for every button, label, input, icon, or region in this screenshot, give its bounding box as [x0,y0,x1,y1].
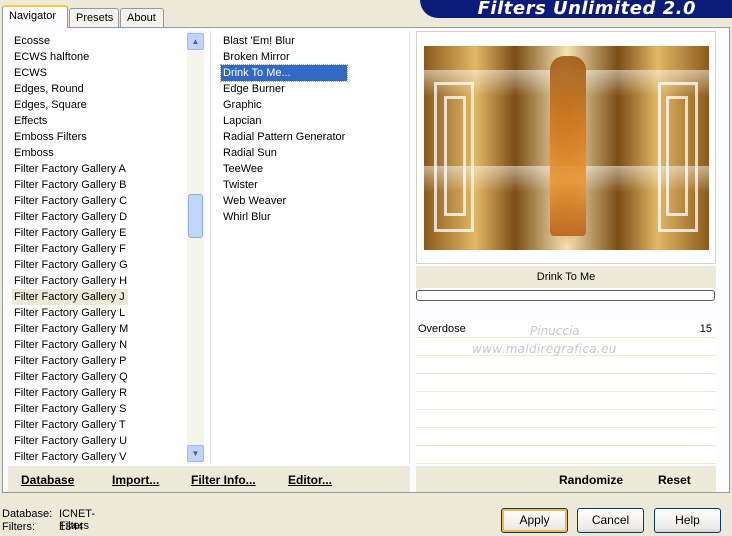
param-value[interactable]: 15 [700,323,712,335]
category-items: Ecosse ECWS halftone ECWS Edges, Round Edges… [12,33,129,464]
category-item[interactable]: Emboss [12,145,128,161]
category-item[interactable]: Ecosse [12,33,128,49]
apply-button[interactable]: Apply [501,508,568,533]
category-scrollbar[interactable]: ▲ ▼ [187,31,204,464]
filters-label: Filters: [2,521,35,533]
category-item[interactable]: Filter Factory Gallery C [12,193,128,209]
category-item[interactable]: Filter Factory Gallery V [12,449,128,464]
filter-item[interactable]: Whirl Blur [221,209,347,225]
status-database: Database: ICNET-Filters [2,508,95,532]
filter-item[interactable]: Edge Burner [221,81,347,97]
progress-bar [416,290,715,301]
scroll-up-icon[interactable]: ▲ [187,33,204,50]
filter-item[interactable]: Blast 'Em! Blur [221,33,347,49]
category-item[interactable]: Filter Factory Gallery Q [12,369,128,385]
filter-item[interactable]: TeeWee [221,161,347,177]
param-row-empty [416,446,716,464]
filter-item[interactable]: Twister [221,177,347,193]
reset-link[interactable]: Reset [658,473,691,487]
filter-item[interactable]: Radial Sun [221,145,347,161]
filter-item[interactable]: Drink To Me... [219,64,349,82]
category-item[interactable]: ECWS [12,65,128,81]
watermark-line2: www.maldiregrafica.eu [472,342,617,356]
category-item[interactable]: Filter Factory Gallery U [12,433,128,449]
category-item[interactable]: Filter Factory Gallery G [12,257,128,273]
category-item[interactable]: Filter Factory Gallery H [12,273,128,289]
category-item[interactable]: Filter Factory Gallery P [12,353,128,369]
tab-bar: Navigator Presets About [0,0,420,28]
param-row-empty [416,428,716,446]
filter-info-link[interactable]: Filter Info... [191,473,256,487]
cancel-button[interactable]: Cancel [577,508,644,533]
help-button[interactable]: Help [654,508,721,533]
preview-frame-left-inner [444,96,466,216]
param-row-empty [416,356,716,374]
category-item[interactable]: Filter Factory Gallery R [12,385,128,401]
tab-about[interactable]: About [120,8,164,27]
category-item[interactable]: Filter Factory Gallery S [12,401,128,417]
category-item[interactable]: Effects [12,113,128,129]
status-filters: Filters: 1344 [2,521,83,533]
category-item[interactable]: ECWS halftone [12,49,128,65]
tab-presets[interactable]: Presets [69,8,119,27]
category-item[interactable]: Edges, Round [12,81,128,97]
param-row-empty [416,392,716,410]
category-item[interactable]: Filter Factory Gallery F [12,241,128,257]
category-item[interactable]: Filter Factory Gallery N [12,337,128,353]
filters-value: 1344 [59,521,84,533]
filter-name: Drink To Me [416,266,716,288]
filter-item[interactable]: Broken Mirror [221,49,347,65]
category-item[interactable]: Filter Factory Gallery A [12,161,128,177]
banner: Filters Unlimited 2.0 [420,0,732,18]
param-row-empty [416,374,716,392]
editor-link[interactable]: Editor... [288,473,332,487]
category-item[interactable]: Filter Factory Gallery E [12,225,128,241]
left-link-bar: Database Import... Filter Info... Editor… [8,466,410,492]
preview-box [416,31,716,264]
category-item[interactable]: Filter Factory Gallery T [12,417,128,433]
category-item[interactable]: Edges, Square [12,97,128,113]
database-label: Database: [2,508,53,520]
tab-navigator[interactable]: Navigator [2,5,68,28]
category-item[interactable]: Filter Factory Gallery B [12,177,128,193]
watermark-line1: Pinuccia [530,324,580,338]
category-item[interactable]: Filter Factory Gallery D [12,209,128,225]
randomize-link[interactable]: Randomize [559,473,623,487]
scroll-thumb[interactable] [188,194,203,238]
database-link[interactable]: Database [21,473,74,487]
scroll-down-icon[interactable]: ▼ [187,445,204,462]
parameter-list: Overdose 15 Pinuccia www.maldiregrafica.… [416,320,716,464]
param-row-empty [416,410,716,428]
import-link[interactable]: Import... [112,473,159,487]
category-item[interactable]: Filter Factory Gallery J [12,289,129,305]
param-name: Overdose [418,323,466,335]
right-link-bar: Randomize Reset [416,466,716,492]
filter-list[interactable]: Blast 'Em! Blur Broken Mirror Drink To Me.… [210,31,410,464]
filter-item[interactable]: Graphic [221,97,347,113]
preview-image [424,46,709,250]
category-item[interactable]: Filter Factory Gallery L [12,305,128,321]
banner-title: Filters Unlimited 2.0 [477,0,696,18]
category-item[interactable]: Emboss Filters [12,129,128,145]
category-list[interactable]: Ecosse ECWS halftone ECWS Edges, Round Edges… [8,31,204,464]
filter-item[interactable]: Web Weaver [221,193,347,209]
filter-item[interactable]: Lapcian [221,113,347,129]
category-item[interactable]: Filter Factory Gallery M [12,321,128,337]
preview-frame-right-inner [666,96,688,216]
filter-item[interactable]: Radial Pattern Generator [221,129,347,145]
filter-items: Blast 'Em! Blur Broken Mirror Drink To Me.… [219,33,349,225]
preview-figure [550,56,586,236]
